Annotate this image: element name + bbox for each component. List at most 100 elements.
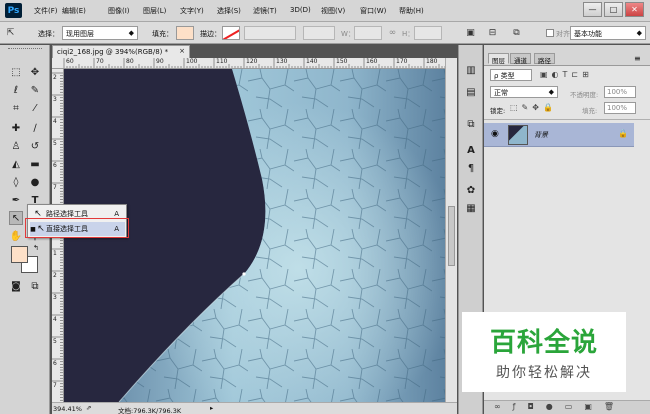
menu-view[interactable]: 视图(V) <box>321 6 345 16</box>
top-ruler: 60 70 80 90 100 110 120 130 140 150 160 170 180 <box>52 58 447 69</box>
history-panel-icon[interactable]: ▥ <box>464 63 478 77</box>
opacity-field[interactable]: 100% <box>604 86 636 98</box>
filter-kind-dropdown[interactable]: ρ 类型 <box>490 69 532 81</box>
opacity-value: 100% <box>607 88 628 96</box>
paragraph-panel-icon[interactable]: ¶ <box>464 161 478 175</box>
dodge-tool-icon[interactable]: ● <box>28 175 42 189</box>
eraser-tool-icon[interactable]: ◭ <box>9 157 23 171</box>
select-label: 选择： <box>38 30 59 38</box>
align-edges-checkbox[interactable] <box>546 29 554 37</box>
quick-select-tool-icon[interactable]: ✎ <box>28 83 42 97</box>
ruler-label: 7 <box>53 382 57 389</box>
filter-kind-value: ρ 类型 <box>494 72 515 80</box>
menu-3d[interactable]: 3D(D) <box>290 6 311 14</box>
path-alignment-icon[interactable]: ⊟ <box>486 27 499 39</box>
path-selection-tool-icon[interactable]: ↖ <box>9 211 23 225</box>
document-tab[interactable]: ciqi2_168.jpg @ 394%(RGB/8) * × <box>52 45 190 58</box>
workspace-dropdown[interactable]: 基本功能 ◆ <box>570 26 646 40</box>
menu-bar: Ps 文件(F) 编辑(E) 图像(I) 图层(L) 文字(Y) 选择(S) 滤… <box>0 0 650 22</box>
gradient-tool-icon[interactable]: ▬ <box>28 157 42 171</box>
clone-stamp-tool-icon[interactable]: ♙ <box>9 139 23 153</box>
crop-tool-icon[interactable]: ⌗ <box>9 101 23 115</box>
ruler-label: 140 <box>306 58 318 65</box>
filter-icons[interactable]: ▣◐T⊏⊞ <box>540 70 593 79</box>
swatches-panel-icon[interactable]: ✿ <box>464 183 478 197</box>
healing-brush-tool-icon[interactable]: ✚ <box>9 121 23 135</box>
fill-field[interactable]: 100% <box>604 102 636 114</box>
vertical-scrollbar[interactable] <box>445 58 457 402</box>
chevron-down-icon: ◆ <box>636 29 642 37</box>
width-field[interactable] <box>354 26 382 40</box>
status-menu-icon[interactable]: ▸ <box>210 404 213 412</box>
menu-type[interactable]: 文字(Y) <box>180 6 204 16</box>
fill-swatch[interactable] <box>176 26 194 40</box>
path-arrangement-icon[interactable]: ⧉ <box>510 27 523 39</box>
stroke-swatch[interactable] <box>222 26 240 40</box>
tab-layers[interactable]: 图层 <box>488 53 509 65</box>
tool-preset-icon[interactable]: ⇱ <box>4 27 17 39</box>
hand-tool-icon[interactable]: ✋ <box>9 229 23 243</box>
menu-layer[interactable]: 图层(L) <box>143 6 166 16</box>
screen-mode-icon[interactable]: ⧉ <box>28 279 42 293</box>
close-button[interactable]: ✕ <box>625 2 644 17</box>
history-brush-tool-icon[interactable]: ↺ <box>28 139 42 153</box>
ruler-label: 170 <box>396 58 408 65</box>
menu-window[interactable]: 窗口(W) <box>360 6 386 16</box>
stroke-width-field[interactable] <box>244 26 296 40</box>
brush-tool-icon[interactable]: ∕ <box>28 121 42 135</box>
menu-image[interactable]: 图像(I) <box>108 6 130 16</box>
workspace-value: 基本功能 <box>574 30 602 38</box>
marquee-tool-icon[interactable]: ⬚ <box>9 65 23 79</box>
quick-mask-icon[interactable]: ◙ <box>9 279 23 293</box>
ruler-label: 5 <box>53 338 57 345</box>
ruler-label: 2 <box>53 272 57 279</box>
lock-label: 锁定: <box>490 107 506 115</box>
select-value: 现用图层 <box>66 30 94 38</box>
ruler-label: 6 <box>53 162 57 169</box>
lock-icons[interactable]: ⬚✎✥🔒 <box>510 103 557 112</box>
chevron-down-icon: ◆ <box>128 29 134 37</box>
link-icon[interactable]: ∞ <box>386 27 399 39</box>
restore-button[interactable]: □ <box>604 2 623 17</box>
toolbar-grip[interactable] <box>8 48 42 51</box>
menu-edit[interactable]: 编辑(E) <box>62 6 86 16</box>
menu-file[interactable]: 文件(F) <box>34 6 58 16</box>
path-operations-icon[interactable]: ▣ <box>464 27 477 39</box>
export-icon[interactable]: ⇗ <box>86 404 91 412</box>
blend-mode-dropdown[interactable]: 正常 ◆ <box>490 86 558 98</box>
menu-help[interactable]: 帮助(H) <box>399 6 424 16</box>
foreground-color-swatch[interactable] <box>11 246 28 263</box>
tab-paths[interactable]: 路径 <box>534 53 555 65</box>
grid-panel-icon[interactable]: ▦ <box>464 201 478 215</box>
minimize-button[interactable]: — <box>583 2 602 17</box>
layer-row-background[interactable]: ◉ 背景 🔒 <box>484 123 634 147</box>
width-label: W： <box>341 30 355 38</box>
status-bar: 394.41% ⇗ 文档:796.3K/796.3K ▸ <box>52 402 457 414</box>
eyedropper-tool-icon[interactable]: ⁄ <box>28 101 42 115</box>
blur-tool-icon[interactable]: ◊ <box>9 175 23 189</box>
layer-name[interactable]: 背景 <box>534 130 548 140</box>
align-edges-label: 对齐 <box>556 30 570 38</box>
scrollbar-thumb[interactable] <box>448 206 455 266</box>
stroke-type-dropdown[interactable] <box>303 26 335 40</box>
menu-filter[interactable]: 滤镜(T) <box>253 6 277 16</box>
ruler-label: 160 <box>366 58 378 65</box>
swap-colors-icon[interactable]: ↰ <box>33 244 39 252</box>
layer-action-icons[interactable]: ∞ƒ◘●▭▣🗑 <box>494 402 626 411</box>
eye-icon[interactable]: ◉ <box>491 129 499 139</box>
move-tool-icon[interactable]: ✥ <box>28 65 42 79</box>
character-panel-icon[interactable]: A <box>464 143 478 157</box>
pen-tool-icon[interactable]: ✒ <box>9 193 23 207</box>
actions-panel-icon[interactable]: ▤ <box>464 85 478 99</box>
close-tab-icon[interactable]: × <box>179 47 185 55</box>
tab-channels[interactable]: 通道 <box>510 53 531 65</box>
document-title: ciqi2_168.jpg @ 394%(RGB/8) * <box>57 48 169 56</box>
menu-select[interactable]: 选择(S) <box>217 6 241 16</box>
height-field[interactable] <box>414 26 442 40</box>
zoom-level[interactable]: 394.41% <box>53 405 82 413</box>
lasso-tool-icon[interactable]: ℓ <box>9 83 23 97</box>
properties-panel-icon[interactable]: ⧉ <box>464 117 478 131</box>
select-dropdown[interactable]: 现用图层 ◆ <box>62 26 138 40</box>
panel-menu-icon[interactable]: ≡ <box>634 54 641 63</box>
ruler-label: 180 <box>426 58 438 65</box>
